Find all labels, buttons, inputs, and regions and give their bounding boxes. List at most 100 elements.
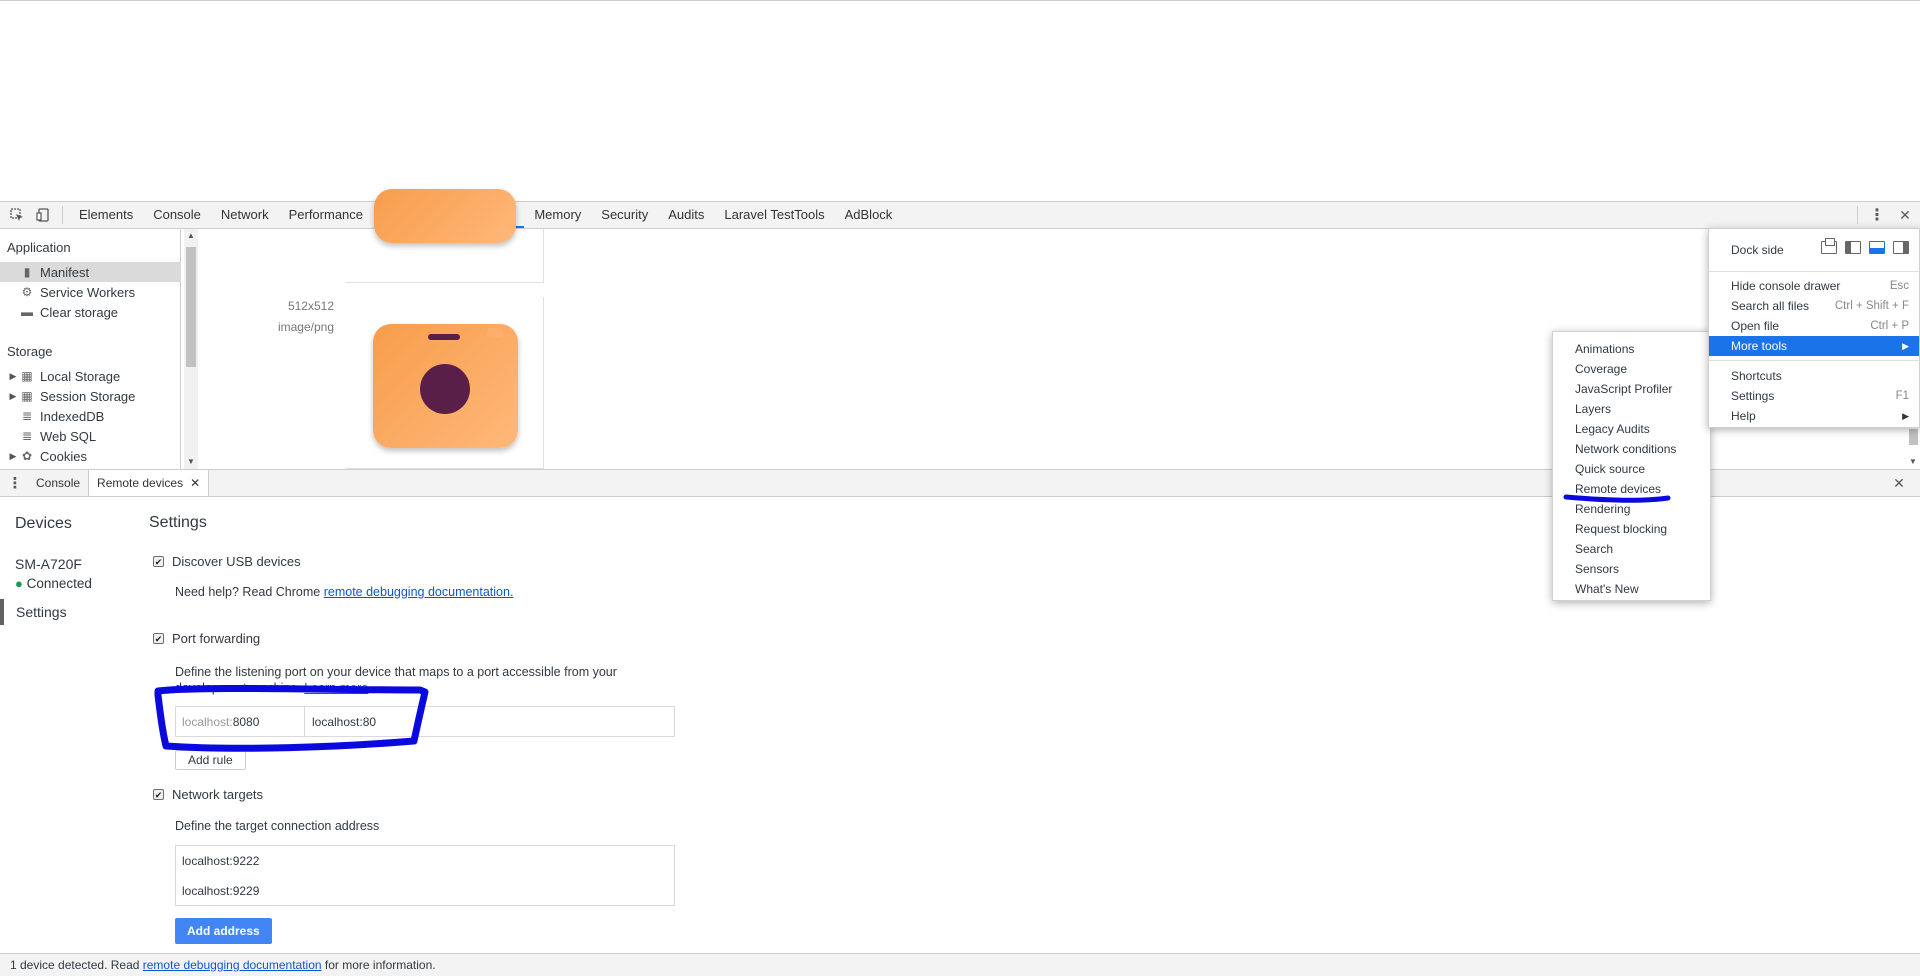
submenu-item-what-s-new[interactable]: What's New	[1553, 579, 1710, 599]
camera-bump	[487, 328, 503, 338]
add-address-button[interactable]: Add address	[175, 918, 272, 944]
sidebar-item-service-workers[interactable]: ⚙ Service Workers	[0, 282, 181, 302]
network-targets-row[interactable]: ✔ Network targets	[153, 787, 263, 802]
close-tab-icon[interactable]: ✕	[190, 470, 200, 496]
sidebar-item-clear-storage[interactable]: ▬ Clear storage	[0, 302, 181, 322]
sidebar-item-local-storage[interactable]: ▶ ▦ Local Storage	[0, 366, 181, 386]
drawer-tab-console[interactable]: Console	[28, 470, 88, 496]
discover-usb-row[interactable]: ✔ Discover USB devices	[153, 554, 301, 569]
tab-audits[interactable]: Audits	[658, 202, 714, 228]
settings-nav-item[interactable]: Settings	[0, 599, 110, 625]
drawer-tab-remote-devices[interactable]: Remote devices ✕	[88, 470, 210, 496]
tab-elements[interactable]: Elements	[69, 202, 143, 228]
toolbar-separator	[62, 206, 63, 224]
menu-item-more-tools[interactable]: More tools ▶	[1709, 336, 1919, 356]
device-name[interactable]: SM-A720F	[15, 556, 82, 572]
expand-arrow-icon[interactable]: ▶	[0, 451, 20, 462]
status-docs-link[interactable]: remote debugging documentation	[143, 958, 322, 972]
submenu-item-javascript-profiler[interactable]: JavaScript Profiler	[1553, 379, 1710, 399]
tab-performance[interactable]: Performance	[279, 202, 373, 228]
close-drawer-icon[interactable]: ✕	[1886, 470, 1912, 496]
sidebar-item-web-sql[interactable]: ≣ Web SQL	[0, 426, 181, 446]
tab-console[interactable]: Console	[143, 202, 211, 228]
expand-arrow-icon[interactable]: ▶	[0, 371, 20, 382]
grid-icon: ▦	[21, 369, 33, 383]
tab-memory[interactable]: Memory	[524, 202, 591, 228]
menu-item-hide-console-drawer[interactable]: Hide console drawer Esc	[1709, 276, 1919, 296]
submenu-item-layers[interactable]: Layers	[1553, 399, 1710, 419]
tab-security[interactable]: Security	[591, 202, 658, 228]
submenu-item-request-blocking[interactable]: Request blocking	[1553, 519, 1710, 539]
camera-lens	[420, 364, 470, 414]
dock-right-icon[interactable]	[1893, 241, 1909, 254]
camera-flash	[428, 334, 460, 340]
expand-arrow-icon[interactable]: ▶	[0, 391, 20, 402]
help-docs-link[interactable]: remote debugging documentation.	[324, 585, 514, 599]
scroll-down-arrow-icon[interactable]: ▼	[187, 457, 195, 466]
drawer-menu-icon[interactable]: ⋮	[2, 470, 28, 496]
dock-side-label: Dock side	[1731, 243, 1784, 257]
dock-left-icon[interactable]	[1845, 241, 1861, 254]
submenu-item-legacy-audits[interactable]: Legacy Audits	[1553, 419, 1710, 439]
undock-icon[interactable]	[1821, 238, 1837, 254]
local-address-input[interactable]: localhost:80	[306, 707, 426, 737]
port-forwarding-row[interactable]: ✔ Port forwarding	[153, 631, 260, 646]
kebab-menu-icon[interactable]: ⋮	[1864, 202, 1890, 228]
toolbar-separator	[1857, 206, 1858, 224]
port-forwarding-checkbox[interactable]: ✔	[153, 633, 164, 644]
scrollbar-thumb[interactable]	[1909, 429, 1918, 445]
submenu-item-coverage[interactable]: Coverage	[1553, 359, 1710, 379]
sidebar-item-session-storage[interactable]: ▶ ▦ Session Storage	[0, 386, 181, 406]
menu-item-search-all-files[interactable]: Search all files Ctrl + Shift + F	[1709, 296, 1919, 316]
submenu-item-search[interactable]: Search	[1553, 539, 1710, 559]
submenu-item-sensors[interactable]: Sensors	[1553, 559, 1710, 579]
sidebar-item-manifest[interactable]: ▮ Manifest	[0, 262, 181, 282]
close-devtools-icon[interactable]: ✕	[1890, 202, 1920, 228]
submenu-item-rendering[interactable]: Rendering	[1553, 499, 1710, 519]
tab-laravel-testtools[interactable]: Laravel TestTools	[714, 202, 834, 228]
more-tools-submenu: Animations Coverage JavaScript Profiler Lay…	[1552, 331, 1711, 601]
status-suffix: for more information.	[324, 958, 436, 972]
target-address[interactable]: localhost:9229	[182, 876, 259, 906]
device-toolbar-icon[interactable]	[30, 202, 56, 228]
sidebar-scrollbar[interactable]: ▲ ▼	[184, 229, 198, 469]
sidebar-item-cookies[interactable]: ▶ ✿ Cookies	[0, 446, 181, 466]
dock-side-icons	[1821, 238, 1909, 254]
menu-item-help[interactable]: Help ▶	[1709, 406, 1919, 426]
add-rule-button[interactable]: Add rule	[175, 750, 246, 770]
learn-more-link[interactable]: Learn more	[304, 681, 368, 695]
target-address[interactable]: localhost:9222	[182, 846, 259, 876]
need-help-text: Need help? Read Chrome remote debugging …	[175, 585, 513, 599]
scrollbar-thumb[interactable]	[186, 247, 196, 367]
page-top-border	[0, 0, 1920, 1]
network-targets-list: localhost:9222 localhost:9229	[175, 845, 675, 906]
database-icon: ≣	[21, 429, 33, 443]
menu-item-label: Open file	[1731, 319, 1780, 333]
cookie-icon: ✿	[21, 449, 33, 463]
menu-item-settings[interactable]: Settings F1	[1709, 386, 1919, 406]
device-port-input[interactable]: localhost:8080	[176, 707, 305, 737]
submenu-item-network-conditions[interactable]: Network conditions	[1553, 439, 1710, 459]
sidebar-item-label: Cookies	[40, 448, 87, 464]
submenu-item-remote-devices[interactable]: Remote devices	[1553, 479, 1710, 499]
sidebar-section-storage: Storage	[7, 344, 53, 359]
manifest-icon-cell-top	[346, 189, 544, 283]
submenu-item-animations[interactable]: Animations	[1553, 339, 1710, 359]
submenu-item-quick-source[interactable]: Quick source	[1553, 459, 1710, 479]
application-sidebar: Application ▮ Manifest ⚙ Service Workers ▬ Cl…	[0, 229, 181, 469]
scroll-up-arrow-icon[interactable]: ▲	[187, 231, 195, 240]
port-forwarding-description: Define the listening port on your device…	[175, 664, 655, 696]
tab-adblock[interactable]: AdBlock	[835, 202, 903, 228]
sidebar-item-indexeddb[interactable]: ≣ IndexedDB	[0, 406, 181, 426]
tab-network[interactable]: Network	[211, 202, 279, 228]
menu-item-open-file[interactable]: Open file Ctrl + P	[1709, 316, 1919, 336]
menu-item-shortcuts[interactable]: Shortcuts	[1709, 366, 1919, 386]
scroll-down-arrow-icon[interactable]: ▼	[1909, 457, 1917, 466]
discover-usb-checkbox[interactable]: ✔	[153, 556, 164, 567]
dock-bottom-icon[interactable]	[1869, 241, 1885, 254]
network-targets-checkbox[interactable]: ✔	[153, 789, 164, 800]
inspect-element-icon[interactable]	[4, 202, 30, 228]
sidebar-section-application: Application	[7, 240, 71, 255]
sidebar-item-label: Clear storage	[40, 304, 119, 320]
menu-item-shortcut: Esc	[1889, 280, 1909, 292]
